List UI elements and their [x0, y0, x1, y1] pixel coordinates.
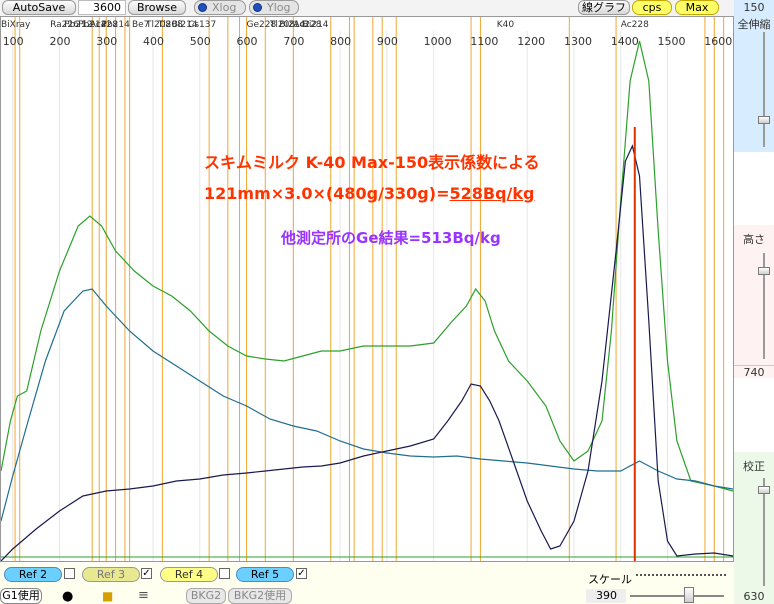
- xlog-label: Xlog: [212, 1, 237, 14]
- max-button[interactable]: Max: [675, 0, 719, 15]
- radio-icon: [253, 3, 262, 12]
- calibration-slider-track[interactable]: [763, 478, 765, 586]
- x-tick-label: 1600: [704, 35, 732, 48]
- zoom-section: 150 全伸縮: [734, 0, 774, 152]
- bkg2-button[interactable]: BKG2: [186, 588, 226, 604]
- top-value: 150: [743, 1, 765, 14]
- spectrum-series-3: [1, 144, 733, 561]
- x-tick-label: 1500: [658, 35, 686, 48]
- radio-icon: [198, 3, 207, 12]
- x-tick-label: 800: [330, 35, 351, 48]
- spectrum-plot[interactable]: BiXray Ra226 Pb212 Pb214 Ac228 Pb214 Be7 Tl208 T…: [0, 16, 734, 562]
- toolbar: AutoSave 3600 Browse Xlog Ylog 線グラフ cps …: [0, 0, 734, 16]
- time-input[interactable]: 3600: [78, 0, 126, 15]
- annotation-line1: スキムミルク K-40 Max-150表示係数による: [204, 153, 540, 172]
- height-section: 高さ 740: [734, 225, 774, 379]
- x-tick-label: 1400: [611, 35, 639, 48]
- x-tick-label: 900: [377, 35, 398, 48]
- ref5-button[interactable]: Ref 5: [236, 567, 294, 582]
- right-panel: 150 全伸縮 高さ 740 校正 630: [734, 0, 774, 604]
- ref3-checkbox[interactable]: ✓: [141, 568, 152, 579]
- autosave-button[interactable]: AutoSave: [2, 0, 76, 15]
- calibration-slider-thumb[interactable]: [758, 486, 770, 494]
- cps-button[interactable]: cps: [632, 0, 672, 15]
- annotation-line3: 他測定所のGe結果=513Bq/kg: [281, 229, 501, 247]
- list-icon[interactable]: ≡: [138, 588, 149, 603]
- lock-icon[interactable]: ■: [102, 589, 113, 603]
- spectrum-chart: BiXray Ra226Pb212Pb214Ac228Pb214 Be7Tl208T…: [1, 17, 733, 561]
- scale-value: 390: [586, 589, 626, 603]
- ref2-checkbox[interactable]: [64, 568, 75, 579]
- calibration-label: 校正: [743, 460, 765, 473]
- annotation-line2-result: 528Bq/kg: [449, 184, 535, 203]
- x-tick-label: 1000: [424, 35, 452, 48]
- paw-icon[interactable]: ●: [62, 589, 73, 604]
- height-label: 高さ: [743, 233, 765, 246]
- nuclide-label: Pb214: [102, 20, 131, 30]
- x-tick-label: 500: [190, 35, 211, 48]
- scale-slider-thumb[interactable]: [684, 587, 694, 603]
- bottom-bar: Ref 2 Ref 3 ✓ Ref 4 Ref 5 ✓ G1使用 ● ■ ≡ B…: [0, 563, 734, 604]
- x-tick-label: 400: [143, 35, 164, 48]
- x-tick-label: 700: [283, 35, 304, 48]
- bg1-use-button[interactable]: G1使用: [0, 588, 42, 604]
- height-value: 740: [734, 365, 774, 379]
- ylog-label: Ylog: [267, 1, 291, 14]
- xlog-toggle[interactable]: Xlog: [194, 0, 246, 15]
- annotation-line2-prefix: 121mm×3.0×(480g/330g)=: [204, 184, 450, 203]
- height-slider-thumb[interactable]: [758, 267, 770, 275]
- x-tick-label: 600: [237, 35, 258, 48]
- nuclide-label: Ac228: [621, 20, 649, 30]
- annotation-line2: 121mm×3.0×(480g/330g)=528Bq/kg: [204, 184, 534, 203]
- scale-ticks: [636, 574, 726, 577]
- nuclide-label: K40: [497, 20, 515, 30]
- zoom-slider-track[interactable]: [763, 32, 765, 147]
- ref3-button[interactable]: Ref 3: [82, 567, 140, 582]
- x-tick-label: 300: [96, 35, 117, 48]
- browse-button[interactable]: Browse: [128, 0, 186, 15]
- zoom-label: 全伸縮: [737, 18, 771, 31]
- ref4-button[interactable]: Ref 4: [160, 567, 218, 582]
- nuclide-label: BiXray: [1, 20, 31, 30]
- x-tick-label: 100: [3, 35, 24, 48]
- ref4-checkbox[interactable]: [219, 568, 230, 579]
- x-tick-label: 1300: [564, 35, 592, 48]
- scale-slider-track[interactable]: [630, 595, 724, 597]
- bkg2-use-button[interactable]: BKG2使用: [228, 588, 292, 604]
- x-tick-label: 1100: [470, 35, 498, 48]
- spectrum-series-1: [1, 40, 733, 492]
- x-tick-label: 200: [49, 35, 70, 48]
- ref5-checkbox[interactable]: ✓: [296, 568, 307, 579]
- x-tick-label: 1200: [517, 35, 545, 48]
- calibration-value: 630: [743, 590, 765, 603]
- ylog-toggle[interactable]: Ylog: [249, 0, 299, 15]
- ref2-button[interactable]: Ref 2: [4, 567, 62, 582]
- nuclide-label: Bi214: [303, 20, 329, 30]
- calibration-section: 校正 630: [734, 452, 774, 604]
- zoom-slider-thumb[interactable]: [758, 116, 770, 124]
- graph-type-button[interactable]: 線グラフ: [578, 0, 630, 15]
- nuclide-label: Cs137: [188, 20, 216, 30]
- spectrum-series-2: [1, 288, 733, 522]
- scale-label: スケール: [588, 573, 632, 586]
